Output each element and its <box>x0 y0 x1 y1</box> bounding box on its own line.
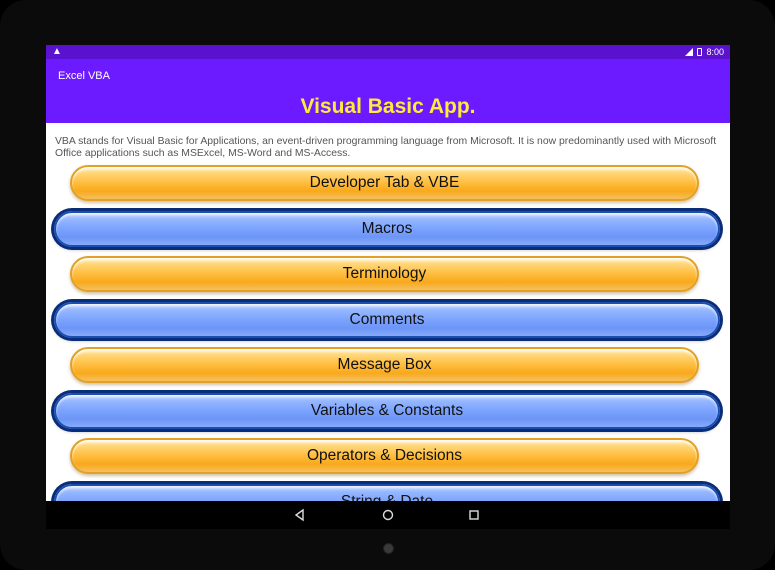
menu-button-operators-decisions[interactable]: Operators & Decisions <box>70 438 699 474</box>
signal-icon <box>685 48 694 56</box>
menu-button-label: Macros <box>361 220 413 237</box>
page-title: Visual Basic App. <box>300 95 476 118</box>
menu-button-label: Variables & Constants <box>310 402 464 419</box>
header-band: Visual Basic App. <box>46 91 730 123</box>
status-right: 8:00 <box>685 46 724 58</box>
status-time: 8:00 <box>706 47 724 57</box>
menu-button-terminology[interactable]: Terminology <box>70 256 699 292</box>
menu-button-developer-tab[interactable]: Developer Tab & VBE <box>70 165 699 201</box>
status-bar: ▲ 8:00 <box>46 45 730 59</box>
home-icon[interactable] <box>380 507 396 523</box>
menu-button-label: String & Date <box>341 493 433 501</box>
menu-button-label: Comments <box>349 311 425 328</box>
back-icon[interactable] <box>292 507 308 523</box>
menu-button-label: Message Box <box>337 356 432 373</box>
menu-button-macros[interactable]: Macros <box>54 211 720 247</box>
app-title: Excel VBA <box>58 70 110 82</box>
menu-button-label: Developer Tab & VBE <box>309 174 460 191</box>
app-bar: Excel VBA <box>46 59 730 91</box>
warning-icon: ▲ <box>52 46 62 57</box>
menu-button-message-box[interactable]: Message Box <box>70 347 699 383</box>
intro-text: VBA stands for Visual Basic for Applicat… <box>55 136 717 159</box>
menu-button-variables-constants[interactable]: Variables & Constants <box>54 393 720 429</box>
menu-button-label: Terminology <box>342 265 427 282</box>
screen: ▲ 8:00 Excel VBA Visual Basic App. VBA s… <box>46 45 730 501</box>
menu-button-comments[interactable]: Comments <box>54 302 720 338</box>
menu-button-label: Operators & Decisions <box>306 447 463 464</box>
navigation-bar <box>46 501 730 529</box>
recents-icon[interactable] <box>466 507 482 523</box>
tablet-frame: ▲ 8:00 Excel VBA Visual Basic App. VBA s… <box>0 0 775 570</box>
battery-icon <box>697 48 703 56</box>
menu-button-string-date[interactable]: String & Date <box>54 484 720 501</box>
camera-dot <box>383 543 394 554</box>
